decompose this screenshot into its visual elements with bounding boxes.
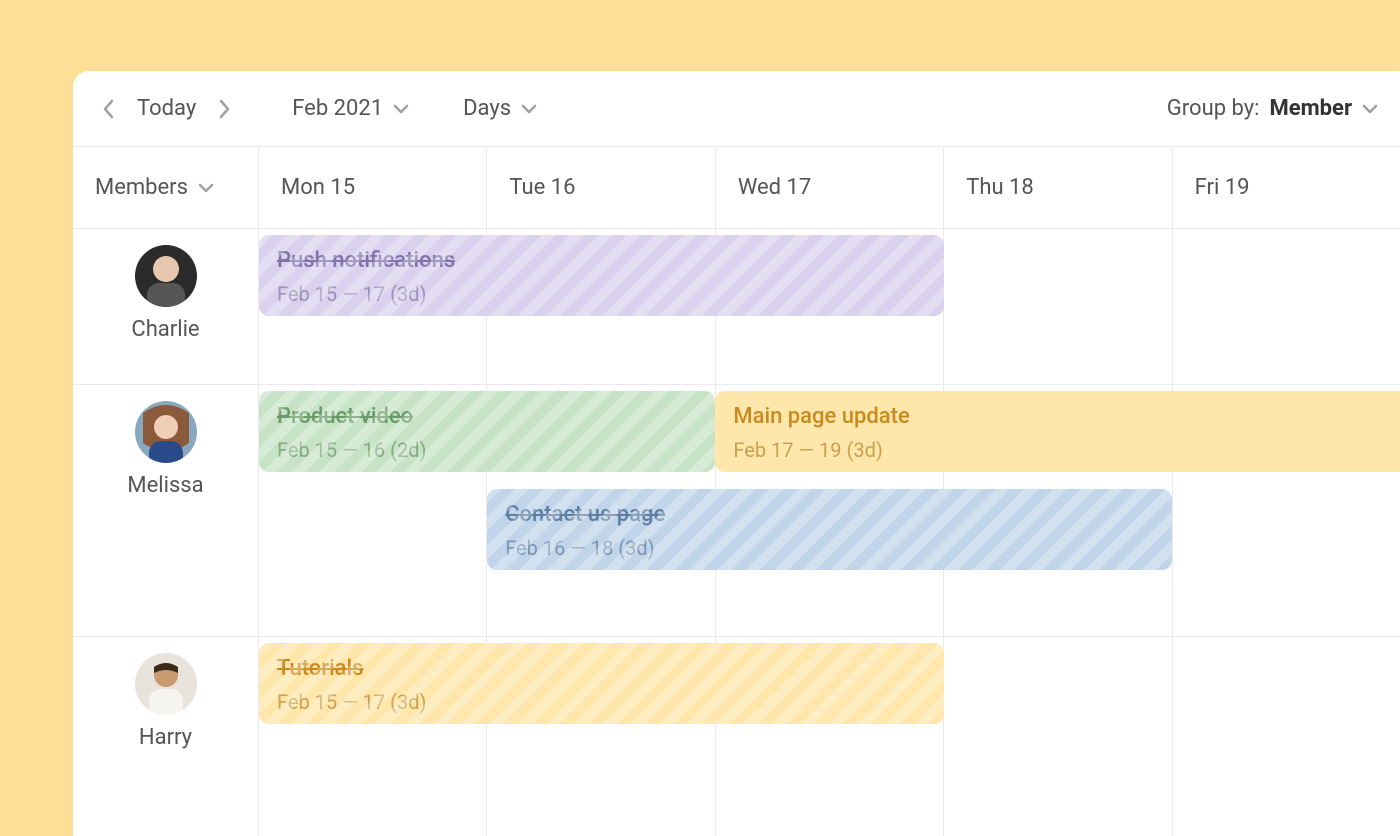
member-name: Melissa — [127, 473, 203, 498]
chevron-left-icon — [102, 99, 116, 119]
month-picker[interactable]: Feb 2021 — [292, 96, 409, 121]
month-label: Feb 2021 — [292, 96, 383, 121]
task-title: Product video — [277, 403, 697, 432]
day-column-header: Wed 17 — [716, 147, 944, 228]
task-title: Tutorials — [277, 655, 926, 684]
avatar — [135, 245, 197, 307]
prev-button[interactable] — [95, 95, 123, 123]
task-push-notifications[interactable]: Push notifications Feb 15 — 17 (3d) — [259, 235, 944, 316]
member-name: Charlie — [131, 317, 199, 342]
avatar — [135, 401, 197, 463]
day-label: Tue 16 — [509, 175, 575, 200]
timeline-lanes: Push notifications Feb 15 — 17 (3d) Prod… — [259, 229, 1400, 836]
avatar — [135, 653, 197, 715]
day-label: Wed 17 — [738, 175, 811, 200]
next-button[interactable] — [210, 95, 238, 123]
day-label: Thu 18 — [966, 175, 1034, 200]
chevron-down-icon — [1362, 103, 1378, 115]
group-by-value: Member — [1269, 96, 1352, 121]
task-title: Main page update — [733, 403, 1382, 432]
chevron-down-icon — [198, 182, 214, 194]
member-row: Harry — [73, 637, 258, 836]
task-product-video[interactable]: Product video Feb 15 — 16 (2d) — [259, 391, 715, 472]
view-label: Days — [463, 96, 511, 121]
member-lane-charlie: Push notifications Feb 15 — 17 (3d) — [259, 229, 1400, 385]
task-dates: Feb 17 — 19 (3d) — [733, 438, 1382, 462]
member-lane-melissa: Product video Feb 15 — 16 (2d) Main page… — [259, 385, 1400, 637]
task-title: Push notifications — [277, 247, 926, 276]
day-column-header: Mon 15 — [259, 147, 487, 228]
group-by-picker[interactable]: Member — [1269, 96, 1378, 121]
member-lane-harry: Tutorials Feb 15 — 17 (3d) — [259, 637, 1400, 836]
day-column-header: Fri 19 — [1173, 147, 1400, 228]
task-dates: Feb 15 — 17 (3d) — [277, 690, 926, 714]
chevron-down-icon — [521, 103, 537, 115]
chevron-right-icon — [217, 99, 231, 119]
timeline-body: Charlie Melissa Harry P — [73, 229, 1400, 836]
day-label: Mon 15 — [281, 175, 355, 200]
task-dates: Feb 15 — 17 (3d) — [277, 282, 926, 306]
day-label: Fri 19 — [1195, 175, 1250, 200]
group-by-label: Group by: — [1167, 96, 1260, 121]
task-title: Contact us page — [505, 501, 1154, 530]
app-window: Today Feb 2021 Days Group by: Member Mem… — [73, 71, 1400, 836]
task-dates: Feb 15 — 16 (2d) — [277, 438, 697, 462]
task-tutorials[interactable]: Tutorials Feb 15 — 17 (3d) — [259, 643, 944, 724]
toolbar: Today Feb 2021 Days Group by: Member — [73, 71, 1400, 147]
today-nav-group: Today — [95, 95, 238, 123]
day-column-header: Thu 18 — [944, 147, 1172, 228]
member-name: Harry — [139, 725, 192, 750]
day-column-header: Tue 16 — [487, 147, 715, 228]
chevron-down-icon — [393, 103, 409, 115]
member-row: Melissa — [73, 385, 258, 637]
today-button[interactable]: Today — [137, 96, 196, 121]
column-header-row: Members Mon 15 Tue 16 Wed 17 Thu 18 Fri … — [73, 147, 1400, 229]
members-column-label: Members — [95, 175, 188, 200]
task-contact-us-page[interactable]: Contact us page Feb 16 — 18 (3d) — [487, 489, 1172, 570]
member-row: Charlie — [73, 229, 258, 385]
view-picker[interactable]: Days — [463, 96, 537, 121]
members-sidebar: Charlie Melissa Harry — [73, 229, 259, 836]
task-main-page-update[interactable]: Main page update Feb 17 — 19 (3d) — [715, 391, 1400, 472]
task-dates: Feb 16 — 18 (3d) — [505, 536, 1154, 560]
members-column-picker[interactable]: Members — [73, 147, 259, 228]
